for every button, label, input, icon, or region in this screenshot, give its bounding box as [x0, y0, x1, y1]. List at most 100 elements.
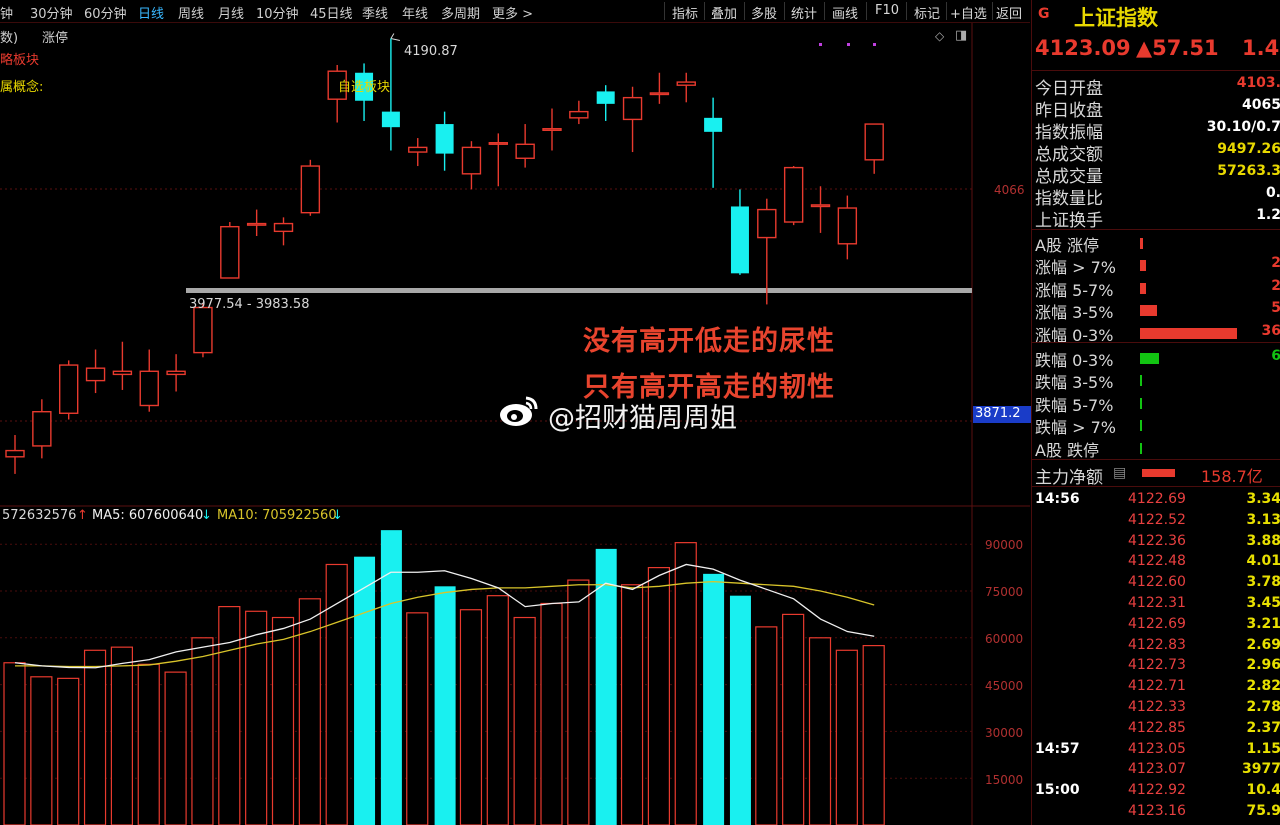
- back-button[interactable]: 返回: [996, 3, 1022, 22]
- volume-bar: [620, 584, 644, 825]
- stat-value: 0.: [1265, 185, 1280, 201]
- distribution-row[interactable]: A股 跌停: [1035, 437, 1280, 460]
- distribution-row[interactable]: 跌幅 5-7%: [1035, 392, 1280, 415]
- statistics-button[interactable]: 统计: [791, 3, 817, 22]
- period-tab-45day[interactable]: 45日线: [310, 3, 353, 22]
- volume-bar: [459, 609, 483, 825]
- distribution-row[interactable]: 涨幅 5-7% 2: [1035, 277, 1280, 300]
- tick-row: 4122.31 3.45: [1032, 595, 1280, 615]
- tick-row: 4122.33 2.78: [1032, 699, 1280, 719]
- candle-body: [408, 146, 428, 153]
- indicator-button[interactable]: 指标: [672, 3, 698, 22]
- distribution-row[interactable]: 涨幅 > 7% 2: [1035, 254, 1280, 278]
- distribution-bar: [1140, 353, 1159, 364]
- distribution-bar: [1140, 375, 1142, 387]
- distribution-label: 跌幅 0-3%: [1035, 351, 1114, 370]
- stat-value: 1.2: [1256, 207, 1280, 223]
- distribution-count: 6: [1271, 348, 1280, 364]
- candle-body: [783, 166, 804, 223]
- index-name[interactable]: 上证指数: [1074, 2, 1158, 32]
- price-axis-label: 4066: [994, 183, 1025, 197]
- current-price-tag: 3871.2: [973, 406, 1032, 423]
- stat-row: 总成交额 9497.26: [1035, 140, 1280, 165]
- distribution-row[interactable]: 跌幅 0-3% 6: [1035, 347, 1280, 370]
- distribution-bar: [1140, 305, 1157, 317]
- volume-bar: [164, 671, 187, 825]
- multi-stock-button[interactable]: 多股: [751, 3, 777, 22]
- draw-line-button[interactable]: 画线: [832, 3, 858, 22]
- distribution-bar: [1140, 282, 1146, 294]
- kline-chart-area[interactable]: 数) 涨停 略板块 属概念: 自选板块 4190.87 3977.54 - 39…: [0, 23, 1032, 825]
- quote-panel: G 上证指数 4123.09 ▲57.51 1.41 今日开盘4103.昨日收盘…: [1031, 0, 1280, 825]
- self-select-sector-label: 自选板块: [338, 80, 391, 95]
- period-tab-monthly[interactable]: 月线: [218, 3, 244, 22]
- period-tab-minute[interactable]: 钟: [0, 3, 13, 22]
- distribution-count: 2: [1271, 255, 1280, 272]
- period-tab-yearly[interactable]: 年线: [402, 3, 428, 22]
- period-tab-weekly[interactable]: 周线: [178, 3, 204, 22]
- candle-body: [193, 306, 213, 354]
- candle-body: [596, 91, 615, 104]
- divider: [1032, 70, 1280, 71]
- g-badge: G: [1038, 6, 1050, 22]
- vol-axis-label: 45000: [985, 679, 1024, 693]
- period-tab-multi[interactable]: 多周期: [441, 3, 480, 22]
- index-source-label: 数): [0, 31, 19, 46]
- tick-price: 4123.07: [1128, 761, 1186, 778]
- tick-volume: 2.82: [1246, 678, 1280, 695]
- period-tab-30min[interactable]: 30分钟: [30, 3, 73, 22]
- overlay-button[interactable]: 叠加: [711, 3, 737, 22]
- volume-layer: [3, 530, 885, 825]
- more-periods-button[interactable]: 更多 >: [492, 3, 533, 22]
- candle-body: [273, 222, 294, 233]
- f10-button[interactable]: F10: [875, 3, 899, 18]
- distribution-row[interactable]: 跌幅 > 7%: [1035, 414, 1280, 437]
- divider: [1032, 229, 1280, 230]
- candle-body: [139, 370, 159, 407]
- distribution-label: 跌幅 5-7%: [1035, 395, 1114, 415]
- tick-price: 4122.52: [1128, 511, 1186, 528]
- distribution-bar: [1140, 442, 1142, 454]
- tick-price: 4122.48: [1128, 553, 1186, 570]
- period-tab-60min[interactable]: 60分钟: [84, 3, 127, 22]
- high-price-label: 4190.87: [404, 44, 458, 59]
- distribution-label: 涨幅 > 7%: [1035, 258, 1116, 278]
- stat-row: 指数量比 0.: [1035, 184, 1280, 209]
- candle-body: [676, 81, 696, 86]
- limit-up-toggle[interactable]: 涨停: [42, 27, 68, 46]
- distribution-row[interactable]: 跌幅 3-5%: [1035, 369, 1280, 392]
- list-icon[interactable]: ▤: [1113, 465, 1126, 481]
- panel-toggle-icon[interactable]: ◨: [955, 28, 967, 43]
- distribution-row[interactable]: A股 涨停: [1035, 232, 1280, 255]
- tick-row: 4123.16 75.9: [1032, 803, 1280, 823]
- diamond-icon[interactable]: ◇: [935, 29, 944, 43]
- toolbar-divider: [906, 2, 907, 20]
- distribution-count: 2: [1271, 277, 1280, 294]
- price-change: ▲57.51: [1136, 36, 1219, 60]
- candle-body: [220, 225, 240, 279]
- volume-bar: [83, 649, 107, 825]
- candle-body: [569, 110, 589, 119]
- stat-value: 30.10/0.7: [1206, 119, 1280, 135]
- distribution-row[interactable]: 涨幅 3-5% 5: [1035, 299, 1280, 322]
- volume-bar: [406, 612, 429, 825]
- distribution-row[interactable]: 涨幅 0-3% 36: [1035, 322, 1280, 345]
- volume-bar: [540, 602, 563, 825]
- tick-volume: 4.01: [1246, 553, 1280, 570]
- tick-row: 4122.60 3.78: [1032, 574, 1280, 594]
- tick-row: 4122.48 4.01: [1032, 553, 1280, 573]
- volume-value: 572632576: [2, 508, 77, 523]
- stat-row: 指数振幅 30.10/0.7: [1035, 118, 1280, 143]
- distribution-count: 36: [1261, 322, 1280, 339]
- mark-button[interactable]: 标记: [914, 3, 940, 22]
- period-tab-10min[interactable]: 10分钟: [256, 3, 299, 22]
- last-price: 4123.09: [1035, 36, 1131, 60]
- period-tab-quarterly[interactable]: 季线: [362, 3, 388, 22]
- volume-bar: [3, 662, 26, 825]
- add-watchlist-button[interactable]: +自选: [950, 3, 987, 22]
- period-tab-daily[interactable]: 日线: [138, 3, 164, 22]
- tick-row: 4122.73 2.96: [1032, 657, 1280, 677]
- tick-price: 4122.36: [1128, 532, 1186, 549]
- range-label: 3977.54 - 3983.58: [189, 297, 310, 312]
- net-flow-row: 主力净额 ▤ 158.7亿: [1035, 463, 1280, 488]
